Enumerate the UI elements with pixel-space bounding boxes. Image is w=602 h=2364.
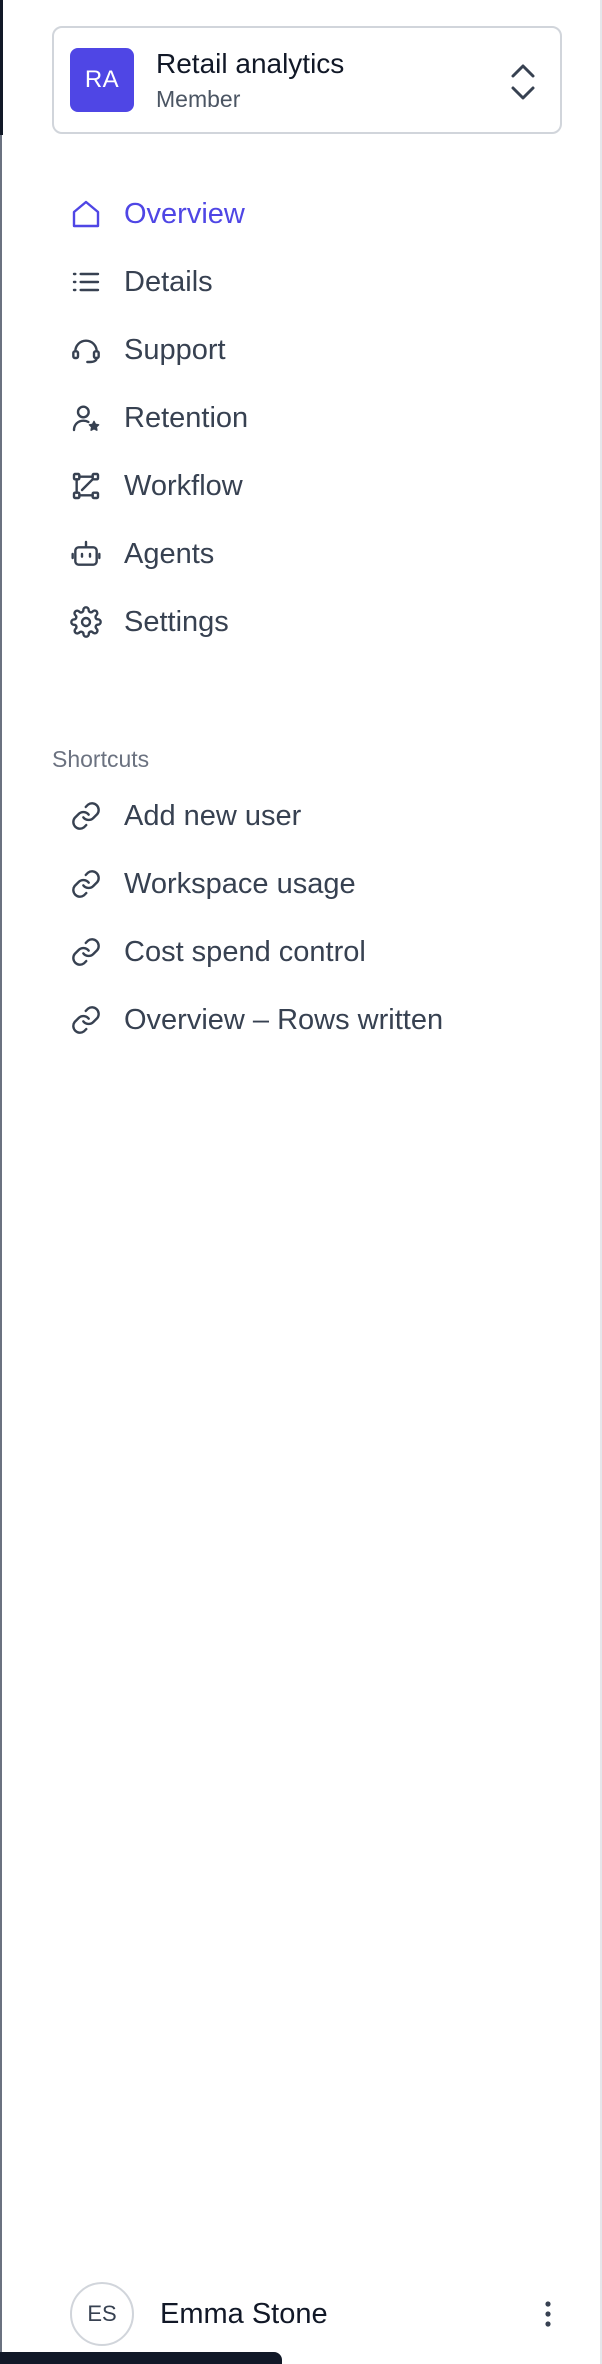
nav-label-settings: Settings [124,605,229,638]
user-star-icon [68,400,104,436]
user-profile[interactable]: ES Emma Stone [70,2282,560,2346]
shortcut-add-new-user[interactable]: Add new user [52,782,562,850]
nav-item-retention[interactable]: Retention [52,384,562,452]
shortcut-label: Add new user [124,799,302,832]
nav-label-overview: Overview [124,197,245,230]
home-icon [68,196,104,232]
nav-label-agents: Agents [124,537,215,570]
more-vertical-icon[interactable] [536,2292,560,2336]
shortcut-label: Cost spend control [124,935,366,968]
nav-item-workflow[interactable]: Workflow [52,452,562,520]
nav-item-details[interactable]: Details [52,248,562,316]
main-nav: Overview Details Support Retention Workf… [52,180,562,656]
nav-label-details: Details [124,265,213,298]
nav-item-overview[interactable]: Overview [52,180,562,248]
nav-label-support: Support [124,333,226,366]
nav-label-retention: Retention [124,401,249,434]
gear-icon [68,604,104,640]
shortcuts-title: Shortcuts [52,746,150,772]
robot-icon [68,536,104,572]
list-icon [68,264,104,300]
workflow-icon [68,468,104,504]
shortcut-label: Overview – Rows written [124,1003,444,1036]
user-initials: ES [87,2301,117,2326]
nav-item-support[interactable]: Support [52,316,562,384]
nav-item-settings[interactable]: Settings [52,588,562,656]
user-name: Emma Stone [160,2297,328,2330]
workspace-role: Member [156,86,241,112]
shortcut-label: Workspace usage [124,867,356,900]
workspace-info: Retail analytics Member [156,46,344,114]
headset-icon [68,332,104,368]
sidebar: RA Retail analytics Member Overview Deta… [0,0,600,2364]
link-icon [68,866,104,902]
nav-label-workflow: Workflow [124,469,243,502]
shortcuts-list: Add new user Workspace usage Cost spend … [52,782,562,1054]
link-icon [68,798,104,834]
chevron-up-down-icon[interactable] [506,60,540,104]
shortcut-cost-spend-control[interactable]: Cost spend control [52,918,562,986]
shortcut-workspace-usage[interactable]: Workspace usage [52,850,562,918]
nav-item-agents[interactable]: Agents [52,520,562,588]
avatar: ES [70,2282,134,2346]
shortcut-overview-rows-written[interactable]: Overview – Rows written [52,986,562,1054]
workspace-switcher[interactable]: RA Retail analytics Member [52,26,562,134]
link-icon [68,1002,104,1038]
bottom-overlay-bar [0,2352,282,2364]
workspace-initials: RA [84,66,120,93]
workspace-avatar: RA [70,48,134,112]
link-icon [68,934,104,970]
workspace-name: Retail analytics [156,48,345,79]
